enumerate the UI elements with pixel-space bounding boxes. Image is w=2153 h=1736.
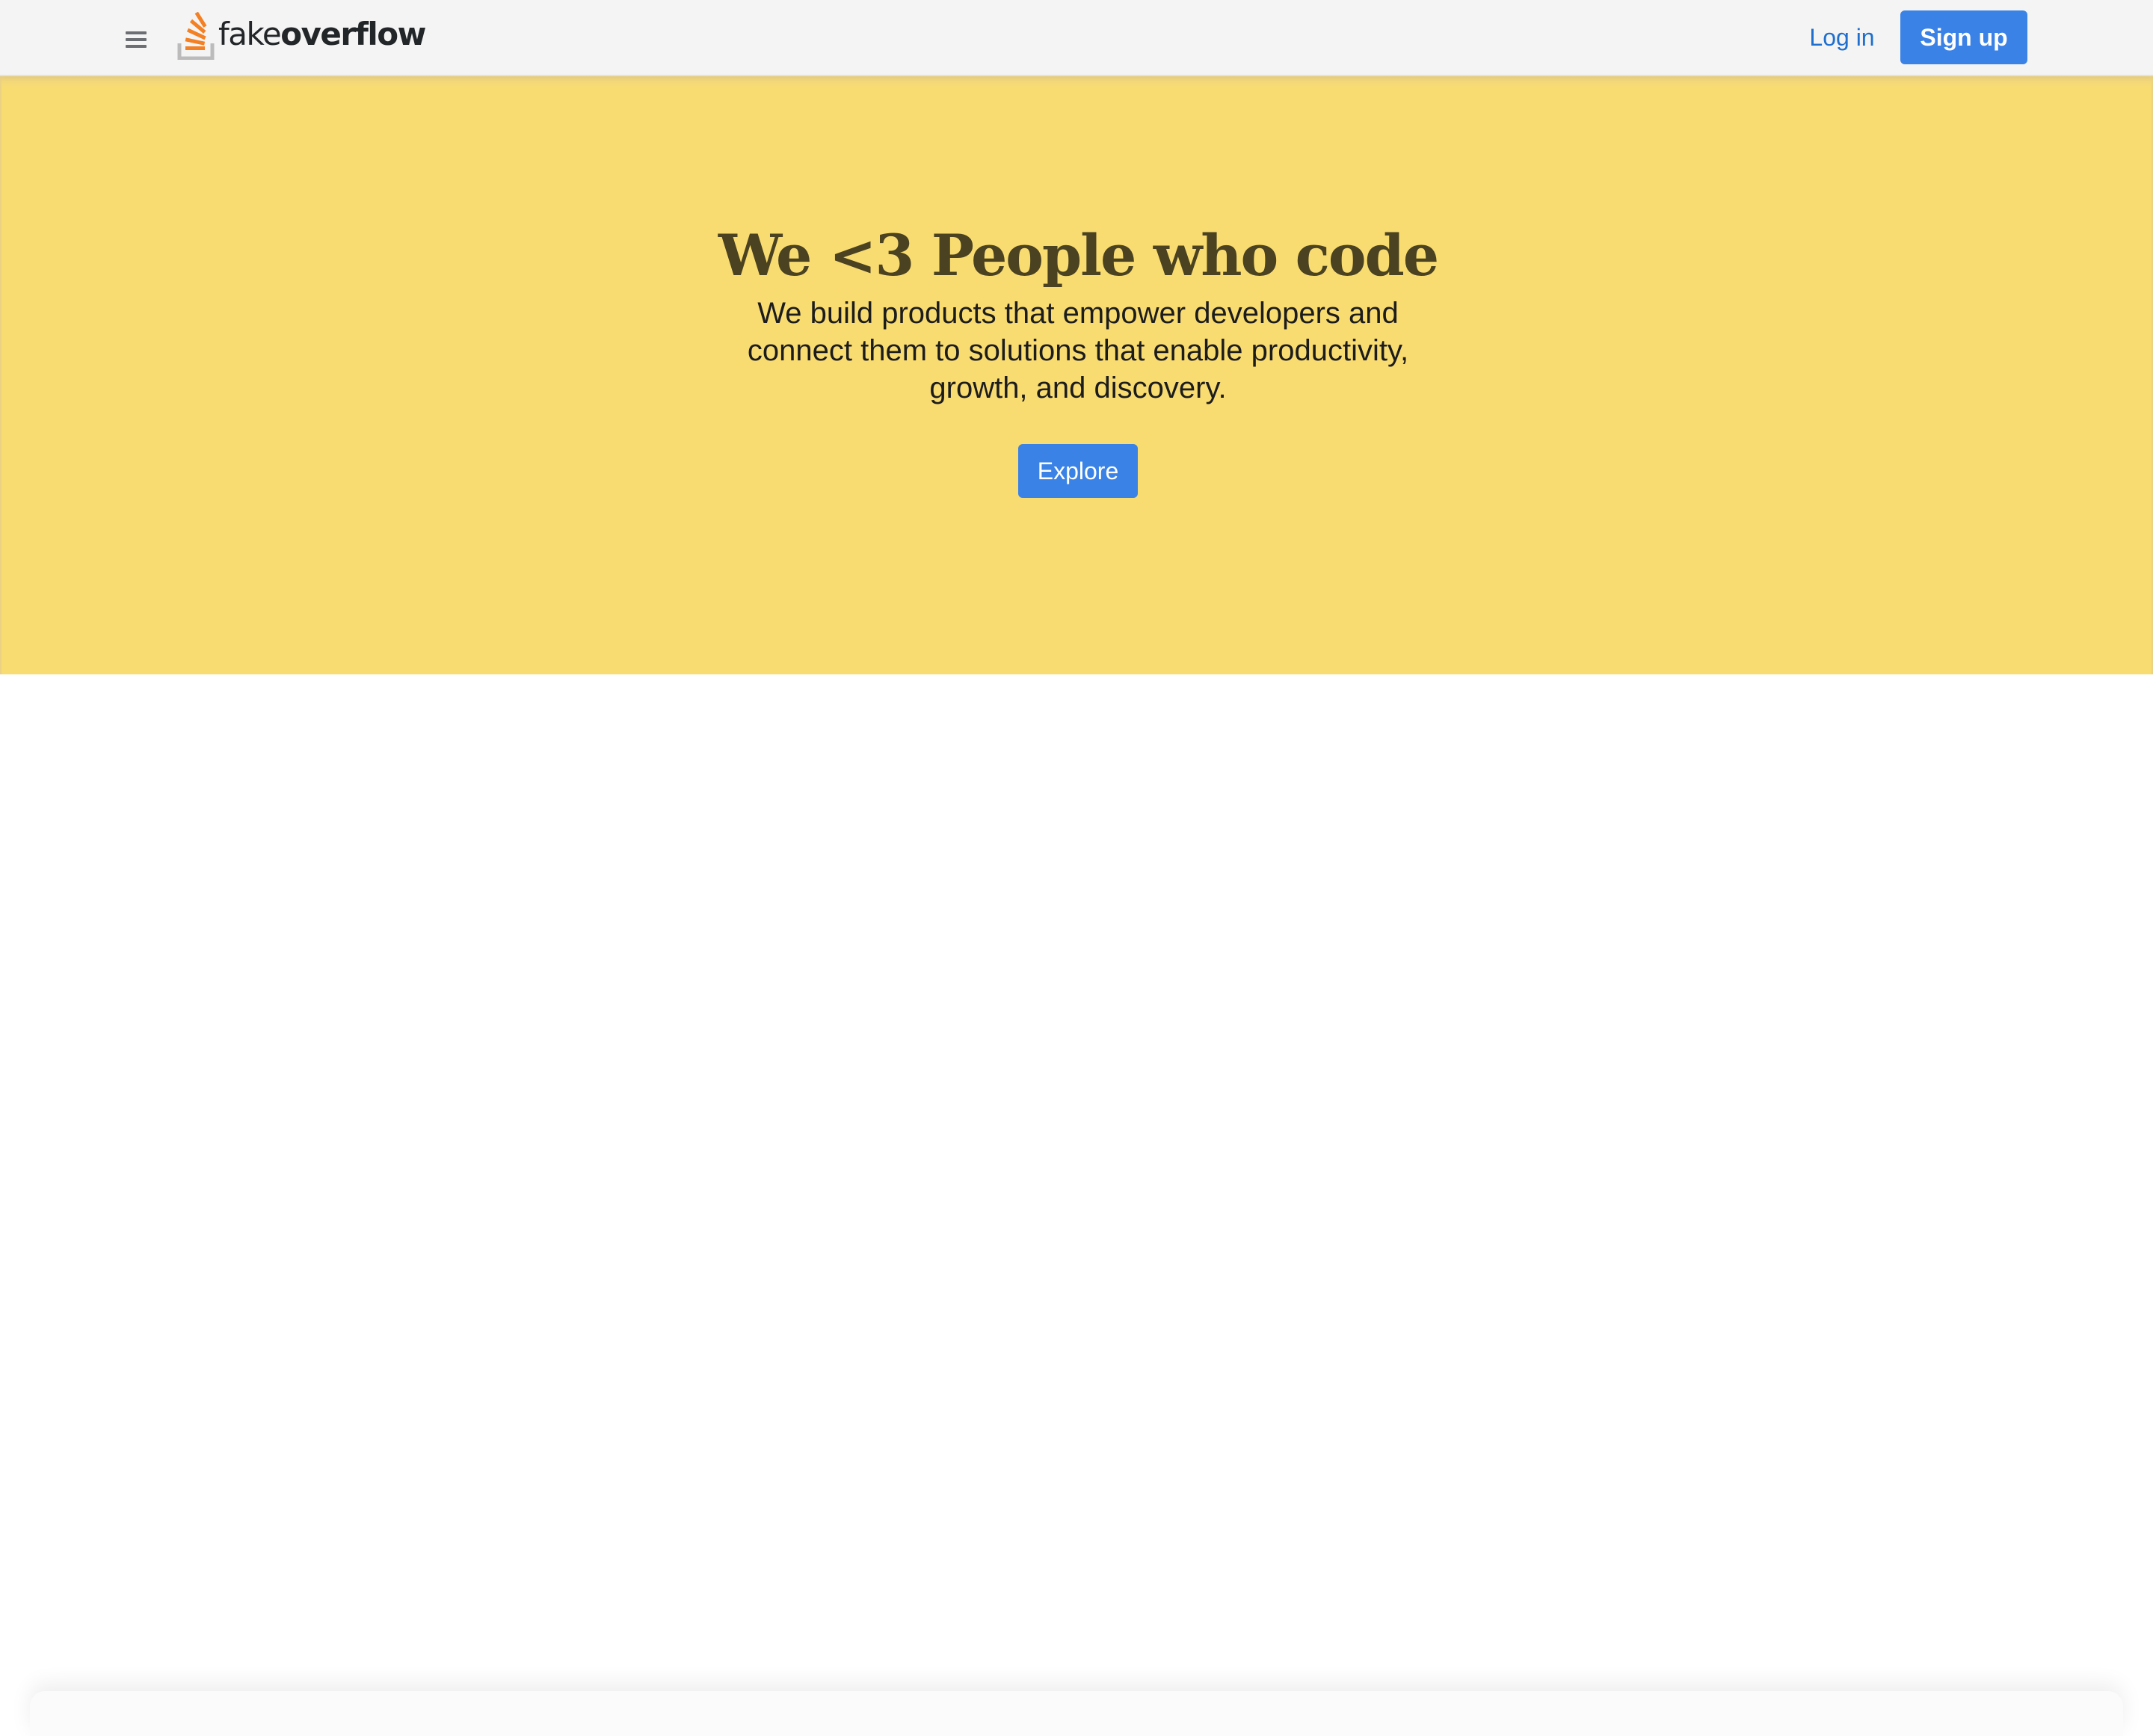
bottom-panel-edge [30, 1691, 2123, 1736]
hamburger-line [126, 38, 147, 41]
stack-logo-icon [177, 12, 215, 60]
logo-text-bold: overflow [280, 16, 426, 52]
explore-button[interactable]: Explore [1018, 444, 1138, 498]
top-bar: fakeoverflow Log in Sign up [0, 0, 2153, 76]
login-link[interactable]: Log in [1797, 10, 1887, 64]
hero-subtitle: We build products that empower developer… [747, 297, 1409, 404]
hero-section: We <3 People who code We build products … [0, 76, 2153, 674]
main-content-area [0, 674, 2153, 1736]
hamburger-line [126, 31, 147, 34]
hamburger-menu-icon[interactable] [123, 28, 153, 51]
hamburger-line [126, 45, 147, 48]
site-logo[interactable]: fakeoverflow [176, 12, 426, 60]
signup-button[interactable]: Sign up [1900, 10, 2027, 64]
logo-text-light: fake [218, 16, 282, 52]
logo-wordmark: fakeoverflow [218, 16, 426, 52]
hero-title: We <3 People who code [718, 222, 1439, 289]
